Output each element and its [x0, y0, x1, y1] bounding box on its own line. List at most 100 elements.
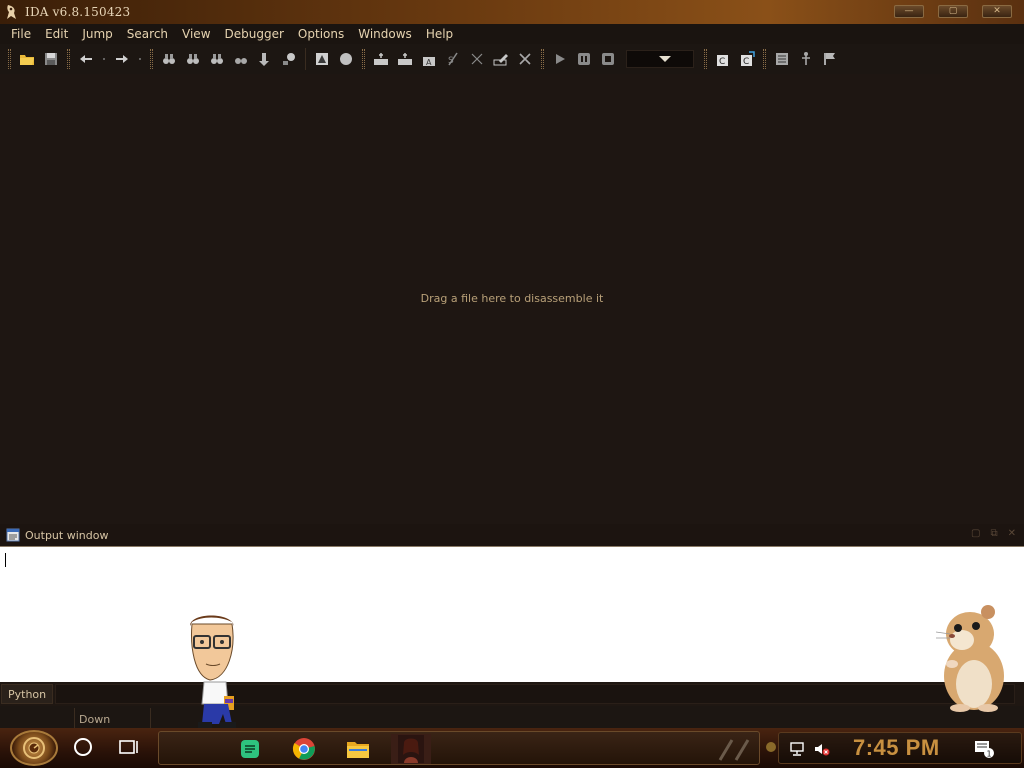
gear-clock-icon — [23, 737, 45, 759]
taskbar-chrome[interactable] — [289, 736, 319, 762]
cortana-button[interactable] — [74, 738, 92, 756]
start-button[interactable] — [10, 730, 58, 766]
delete-button[interactable] — [515, 49, 535, 69]
menu-file[interactable]: File — [4, 27, 38, 41]
svg-text:S: S — [448, 56, 454, 66]
decompile-button[interactable]: C — [713, 49, 733, 69]
menu-options[interactable]: Options — [291, 27, 351, 41]
code-icon — [374, 53, 388, 65]
jump-button[interactable] — [255, 49, 275, 69]
steampunk-ornament-icon — [718, 739, 750, 761]
taskbar-file-explorer[interactable] — [343, 736, 373, 762]
disassembly-area[interactable]: Drag a file here to disassemble it — [0, 74, 1024, 524]
menu-windows[interactable]: Windows — [351, 27, 419, 41]
toolbar-grip-7[interactable] — [763, 49, 766, 69]
search-text-button[interactable] — [159, 49, 179, 69]
toolbar-grip-4[interactable] — [362, 49, 365, 69]
arrow-right-icon — [116, 55, 128, 63]
make-struct-button[interactable]: S — [443, 49, 463, 69]
cartoon-character-man — [180, 606, 244, 730]
title-bar: IDA v6.8.150423 — ▢ ✕ — [0, 0, 1024, 24]
forward-dropdown[interactable] — [136, 49, 144, 69]
record-button[interactable] — [336, 49, 356, 69]
toolbar-grip-5[interactable] — [541, 49, 544, 69]
output-restore-icon[interactable]: ▢ — [971, 528, 980, 539]
make-string-button[interactable]: A — [419, 49, 439, 69]
notes-app-icon — [241, 740, 259, 758]
analysis-state: Down — [79, 713, 111, 726]
menu-help[interactable]: Help — [419, 27, 460, 41]
play-icon — [556, 54, 565, 64]
taskbar-notes-app[interactable] — [235, 736, 265, 762]
arrow-left-icon — [80, 55, 92, 63]
make-data-button[interactable] — [395, 49, 415, 69]
minimize-button[interactable]: — — [894, 5, 924, 18]
toolbar-grip-3[interactable] — [150, 49, 153, 69]
output-window-icon — [6, 528, 20, 542]
back-dropdown[interactable] — [100, 49, 108, 69]
drag-file-hint: Drag a file here to disassemble it — [420, 292, 604, 305]
maximize-icon: ▢ — [948, 6, 958, 16]
open-folder-icon — [20, 55, 34, 65]
taskbar-clock[interactable]: 7:45 PM — [853, 735, 940, 761]
search-immediate-button[interactable] — [183, 49, 203, 69]
menu-view[interactable]: View — [175, 27, 217, 41]
stop-button[interactable] — [598, 49, 618, 69]
plugins-button[interactable] — [820, 49, 840, 69]
output-window-title: Output window — [25, 528, 109, 542]
debugger-select[interactable] — [626, 50, 694, 68]
decompile-new-button[interactable]: C — [737, 49, 757, 69]
menu-search[interactable]: Search — [120, 27, 175, 41]
network-icon[interactable] — [789, 741, 807, 757]
menu-jump[interactable]: Jump — [75, 27, 119, 41]
menu-debugger[interactable]: Debugger — [218, 27, 291, 41]
rename-button[interactable] — [491, 49, 511, 69]
undefine-button[interactable] — [467, 49, 487, 69]
add-breakpoint-button[interactable] — [796, 49, 816, 69]
decompile-c-icon: C — [717, 55, 728, 67]
graph-button[interactable] — [279, 49, 299, 69]
pause-button[interactable] — [574, 49, 594, 69]
status-cell-state: Down — [74, 708, 150, 728]
output-text-area[interactable] — [0, 546, 1024, 682]
save-button[interactable] — [41, 49, 61, 69]
maximize-button[interactable]: ▢ — [938, 5, 968, 18]
search-next-button[interactable] — [231, 49, 251, 69]
search-binary-button[interactable] — [207, 49, 227, 69]
toolbar-separator — [305, 48, 306, 70]
jump-arrow-icon — [259, 53, 269, 66]
python-language-button[interactable]: Python — [1, 684, 54, 704]
forward-button[interactable] — [112, 49, 132, 69]
volume-muted-icon[interactable] — [813, 741, 831, 757]
chevron-down-icon — [659, 56, 671, 62]
action-center-icon[interactable]: 1 — [973, 739, 995, 759]
text-view-button[interactable] — [312, 49, 332, 69]
taskbar-decoration — [699, 736, 757, 762]
make-code-button[interactable] — [371, 49, 391, 69]
open-button[interactable] — [17, 49, 37, 69]
circle-icon — [340, 53, 352, 65]
toolbar-grip[interactable] — [8, 49, 11, 69]
close-button[interactable]: ✕ — [982, 5, 1012, 18]
main-toolbar: A S C C — [0, 44, 1024, 74]
toolbar-grip-2[interactable] — [67, 49, 70, 69]
window-title: IDA v6.8.150423 — [25, 5, 131, 19]
tray-handle[interactable] — [766, 742, 776, 752]
undefine-icon — [471, 53, 483, 65]
run-button[interactable] — [550, 49, 570, 69]
chrome-icon — [292, 738, 315, 760]
taskbar-ida-app[interactable] — [391, 734, 431, 764]
delete-x-icon — [519, 53, 531, 65]
back-button[interactable] — [76, 49, 96, 69]
output-close-icon[interactable]: ✕ — [1008, 528, 1016, 539]
save-icon — [45, 53, 57, 65]
svg-text:A: A — [426, 58, 432, 67]
toolbar-grip-6[interactable] — [704, 49, 707, 69]
view-list-button[interactable] — [772, 49, 792, 69]
menu-edit[interactable]: Edit — [38, 27, 75, 41]
graph-icon — [283, 53, 295, 65]
output-float-icon[interactable]: ⧉ — [990, 528, 997, 539]
list-view-icon — [776, 53, 788, 65]
task-view-button[interactable] — [118, 738, 140, 756]
data-icon — [398, 53, 412, 65]
